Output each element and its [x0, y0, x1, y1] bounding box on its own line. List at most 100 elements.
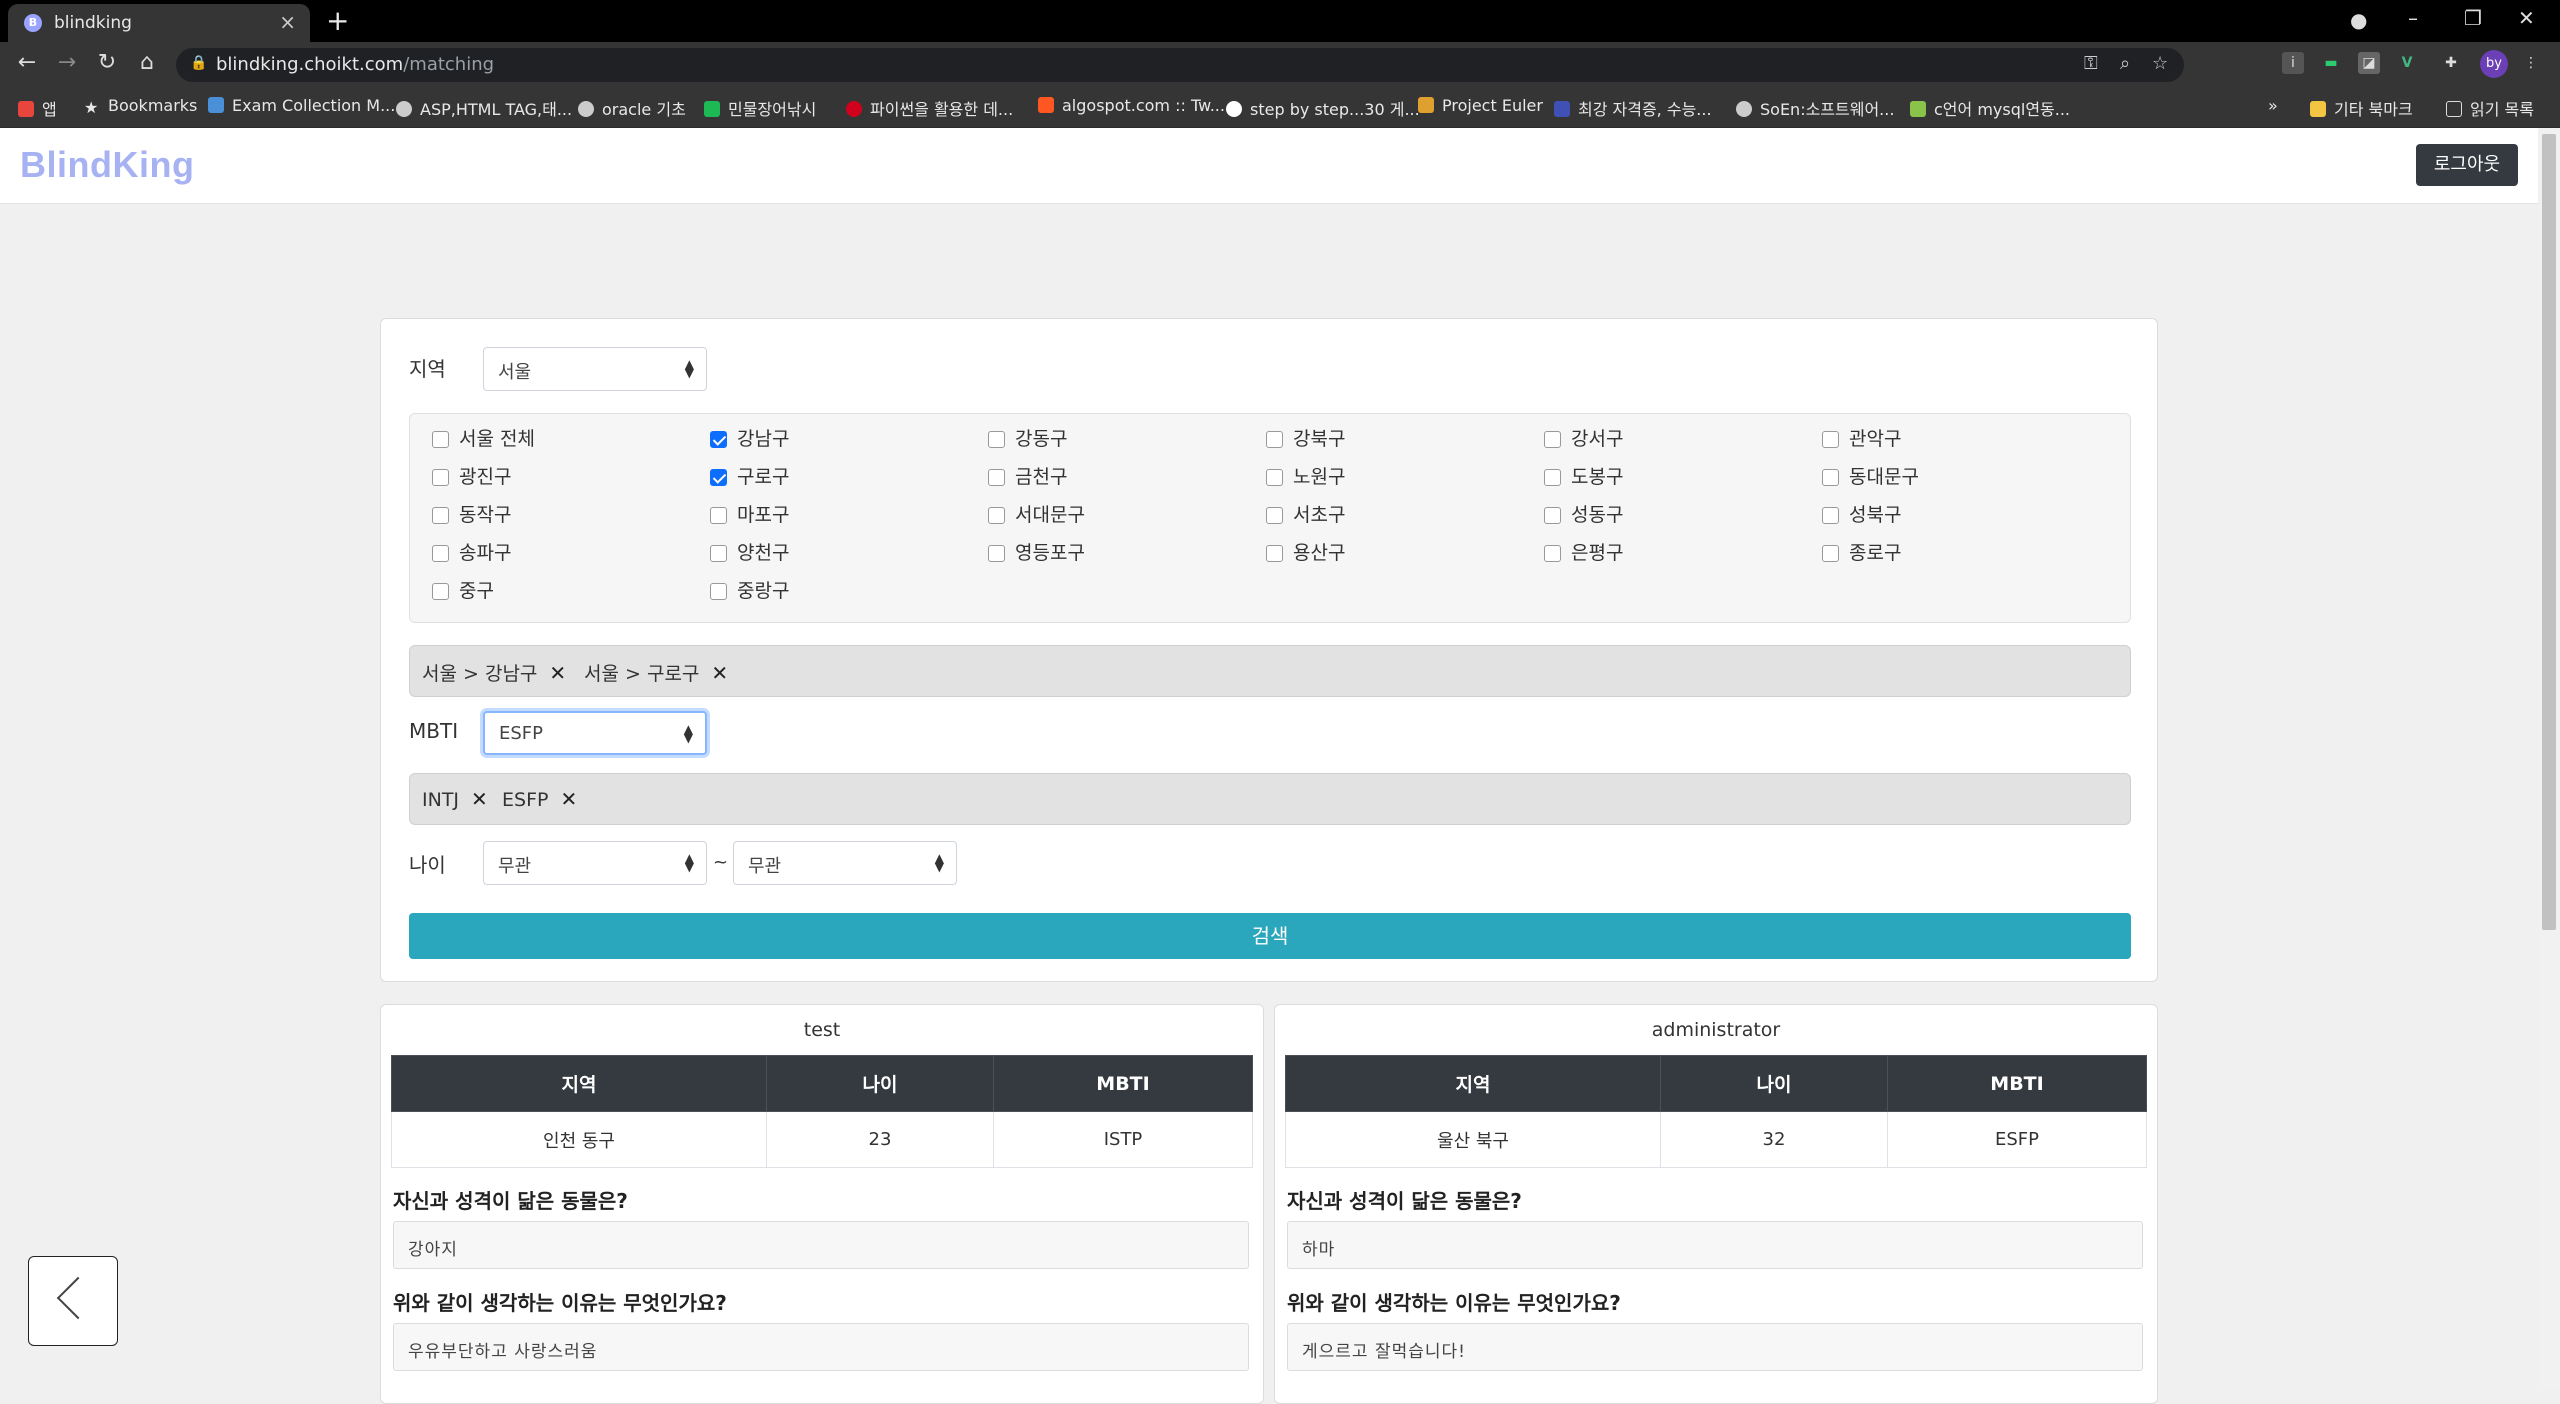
other-bookmarks[interactable]: 기타 북마크 — [2310, 96, 2413, 120]
checkbox-unchecked-icon[interactable] — [1544, 431, 1561, 448]
district-checkbox[interactable]: 중구 — [432, 576, 494, 603]
bookmark-item[interactable]: step by step...30 게... — [1226, 96, 1420, 120]
district-checkbox[interactable]: 서초구 — [1266, 500, 1345, 527]
district-checkbox[interactable]: 관악구 — [1822, 424, 1901, 451]
district-checkbox[interactable]: 서울 전체 — [432, 424, 535, 451]
checkbox-unchecked-icon[interactable] — [432, 507, 449, 524]
forward-arrow-icon[interactable]: → — [52, 50, 82, 75]
remove-tag-icon[interactable]: ✕ — [711, 661, 728, 685]
bookmark-item[interactable]: Project Euler — [1418, 96, 1543, 115]
district-checkbox[interactable]: 서대문구 — [988, 500, 1085, 527]
checkbox-unchecked-icon[interactable] — [432, 545, 449, 562]
browser-tab[interactable]: B blindking × — [8, 4, 310, 42]
checkbox-unchecked-icon[interactable] — [1544, 545, 1561, 562]
bookmark-item[interactable]: 앱 — [18, 96, 57, 120]
district-checkbox[interactable]: 동대문구 — [1822, 462, 1919, 489]
checkbox-unchecked-icon[interactable] — [1822, 431, 1839, 448]
brand-logo[interactable]: BlindKing — [20, 144, 194, 186]
bookmark-item[interactable]: oracle 기초 — [578, 96, 686, 120]
district-checkbox[interactable]: 도봉구 — [1544, 462, 1623, 489]
bookmarks-more-icon[interactable]: » — [2268, 96, 2278, 115]
bookmark-item[interactable]: SoEn:소프트웨어... — [1736, 96, 1894, 120]
remove-tag-icon[interactable]: ✕ — [471, 787, 488, 811]
district-checkbox[interactable]: 광진구 — [432, 462, 511, 489]
restore-icon[interactable]: ❐ — [2464, 6, 2482, 30]
search-button[interactable]: 검색 — [409, 913, 2131, 959]
home-icon[interactable]: ⌂ — [132, 50, 162, 75]
key-icon[interactable]: ⚿ — [2084, 53, 2098, 74]
district-checkbox[interactable]: 강동구 — [988, 424, 1067, 451]
checkbox-unchecked-icon[interactable] — [432, 583, 449, 600]
bookmark-item[interactable]: algospot.com :: Tw... — [1038, 96, 1225, 115]
window-close-icon[interactable]: ✕ — [2518, 6, 2535, 30]
back-button[interactable] — [28, 1256, 118, 1346]
checkbox-unchecked-icon[interactable] — [1266, 507, 1283, 524]
bookmark-item[interactable]: 민물장어낚시 — [704, 96, 816, 120]
bookmark-star-icon[interactable]: ☆ — [2152, 53, 2168, 74]
district-checkbox[interactable]: 금천구 — [988, 462, 1067, 489]
district-checkbox[interactable]: 강남구 — [710, 424, 789, 451]
tab-close-icon[interactable]: × — [279, 10, 296, 34]
vue-extension-icon[interactable]: V — [2396, 52, 2418, 74]
bookmark-item[interactable]: Exam Collection M... — [208, 96, 395, 115]
extension-icon[interactable]: ▬ — [2320, 52, 2342, 74]
checkbox-unchecked-icon[interactable] — [710, 507, 727, 524]
puzzle-icon[interactable]: ✚ — [2440, 52, 2462, 74]
minimize-icon[interactable]: – — [2408, 6, 2418, 30]
remove-tag-icon[interactable]: ✕ — [549, 661, 566, 685]
checkbox-unchecked-icon[interactable] — [988, 469, 1005, 486]
checkbox-checked-icon[interactable] — [710, 431, 727, 448]
region-select[interactable]: 서울 ▲ ▼ — [483, 347, 707, 391]
district-checkbox[interactable]: 강서구 — [1544, 424, 1623, 451]
back-arrow-icon[interactable]: ← — [12, 50, 42, 75]
district-checkbox[interactable]: 양천구 — [710, 538, 789, 565]
extension-icon[interactable]: ◪ — [2358, 52, 2380, 74]
district-checkbox[interactable]: 동작구 — [432, 500, 511, 527]
checkbox-unchecked-icon[interactable] — [1266, 431, 1283, 448]
checkbox-unchecked-icon[interactable] — [1266, 545, 1283, 562]
checkbox-unchecked-icon[interactable] — [710, 583, 727, 600]
district-checkbox[interactable]: 노원구 — [1266, 462, 1345, 489]
checkbox-unchecked-icon[interactable] — [1266, 469, 1283, 486]
bookmark-item[interactable]: ASP,HTML TAG,태... — [396, 96, 572, 120]
kebab-menu-icon[interactable]: ⋮ — [2520, 52, 2542, 74]
bookmark-item[interactable]: c언어 mysql연동... — [1910, 96, 2070, 120]
extension-icon[interactable]: i — [2282, 52, 2304, 74]
checkbox-unchecked-icon[interactable] — [710, 545, 727, 562]
district-checkbox[interactable]: 강북구 — [1266, 424, 1345, 451]
checkbox-unchecked-icon[interactable] — [1822, 469, 1839, 486]
profile-card[interactable]: administrator 지역 나이 MBTI 울산 북구 32 ESFP 자… — [1274, 1004, 2158, 1404]
profile-card[interactable]: test 지역 나이 MBTI 인천 동구 23 ISTP 자신과 성격이 닮은… — [380, 1004, 1264, 1404]
district-checkbox[interactable]: 은평구 — [1544, 538, 1623, 565]
checkbox-unchecked-icon[interactable] — [988, 431, 1005, 448]
bookmark-item[interactable]: ★ Bookmarks — [84, 96, 197, 117]
bookmark-item[interactable]: 파이썬을 활용한 데... — [846, 96, 1013, 120]
district-checkbox[interactable]: 성동구 — [1544, 500, 1623, 527]
zoom-icon[interactable]: ⌕ — [2120, 53, 2130, 74]
checkbox-checked-icon[interactable] — [710, 469, 727, 486]
age-max-select[interactable]: 무관 ▲ ▼ — [733, 841, 957, 885]
remove-tag-icon[interactable]: ✕ — [560, 787, 577, 811]
district-checkbox[interactable]: 송파구 — [432, 538, 511, 565]
profile-avatar[interactable]: by — [2480, 50, 2508, 78]
page-scrollbar[interactable] — [2538, 128, 2560, 1390]
url-input[interactable]: 🔒 blindking.choikt.com/matching ☆ ⌕ ⚿ — [176, 48, 2184, 82]
logout-button[interactable]: 로그아웃 — [2416, 144, 2518, 186]
new-tab-icon[interactable]: + — [326, 4, 349, 37]
checkbox-unchecked-icon[interactable] — [1822, 545, 1839, 562]
district-checkbox[interactable]: 중랑구 — [710, 576, 789, 603]
media-control-icon[interactable]: ● — [2350, 8, 2367, 32]
age-min-select[interactable]: 무관 ▲ ▼ — [483, 841, 707, 885]
district-checkbox[interactable]: 구로구 — [710, 462, 789, 489]
checkbox-unchecked-icon[interactable] — [1544, 507, 1561, 524]
reload-icon[interactable]: ↻ — [92, 50, 122, 75]
mbti-select[interactable]: ESFP ▲ ▼ — [483, 711, 707, 755]
reading-list[interactable]: 읽기 목록 — [2446, 96, 2534, 120]
checkbox-unchecked-icon[interactable] — [1822, 507, 1839, 524]
district-checkbox[interactable]: 영등포구 — [988, 538, 1085, 565]
checkbox-unchecked-icon[interactable] — [432, 431, 449, 448]
bookmark-item[interactable]: 최강 자격증, 수능... — [1554, 96, 1712, 120]
checkbox-unchecked-icon[interactable] — [1544, 469, 1561, 486]
district-checkbox[interactable]: 성북구 — [1822, 500, 1901, 527]
checkbox-unchecked-icon[interactable] — [432, 469, 449, 486]
